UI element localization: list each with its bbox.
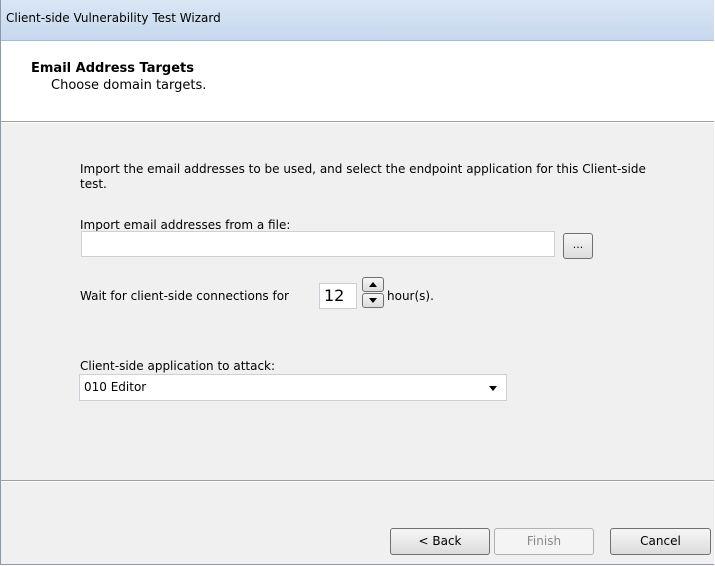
wizard-header: Email Address Targets Choose domain targ…: [1, 41, 714, 121]
attack-app-selected: 010 Editor: [84, 380, 147, 394]
attack-app-label: Client-side application to attack:: [80, 359, 276, 373]
title-bar: Client-side Vulnerability Test Wizard: [1, 0, 714, 41]
page-title: Email Address Targets: [31, 61, 194, 76]
arrow-down-icon: [369, 298, 377, 303]
intro-text: Import the email addresses to be used, a…: [80, 162, 646, 191]
wait-label: Wait for client-side connections for: [80, 289, 289, 303]
hours-input[interactable]: 12: [319, 283, 357, 309]
browse-button[interactable]: ...: [563, 233, 593, 259]
chevron-down-icon: [489, 386, 497, 391]
window-title: Client-side Vulnerability Test Wizard: [6, 11, 221, 25]
import-file-input[interactable]: [81, 231, 555, 257]
wizard-content: Import the email addresses to be used, a…: [1, 123, 714, 480]
hours-unit-label: hour(s).: [387, 289, 434, 303]
wizard-footer: < Back Finish Cancel: [1, 482, 714, 564]
finish-button[interactable]: Finish: [494, 528, 594, 555]
hours-decrement-button[interactable]: [362, 293, 384, 308]
attack-app-select[interactable]: 010 Editor: [79, 374, 507, 401]
arrow-up-icon: [369, 282, 377, 287]
wizard-window: Client-side Vulnerability Test Wizard Em…: [0, 0, 714, 565]
cancel-button[interactable]: Cancel: [610, 528, 711, 555]
hours-increment-button[interactable]: [362, 277, 384, 292]
back-button[interactable]: < Back: [390, 528, 490, 555]
page-subtitle: Choose domain targets.: [51, 78, 207, 93]
